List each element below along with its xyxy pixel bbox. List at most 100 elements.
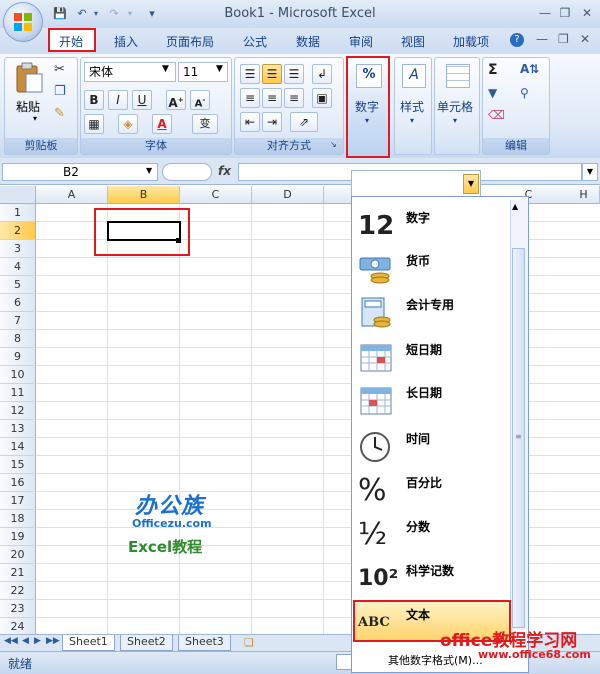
alignment-dialog-launcher-icon[interactable]: ↘: [330, 140, 337, 149]
cells-icon[interactable]: [446, 64, 470, 88]
normal-view-icon[interactable]: [336, 654, 352, 670]
find-select-icon[interactable]: ⚲: [520, 86, 529, 100]
column-header-e[interactable]: [324, 186, 354, 204]
row-header[interactable]: 8: [0, 330, 36, 348]
align-right-icon[interactable]: ≡: [284, 88, 304, 108]
last-sheet-icon[interactable]: ▶▶: [46, 636, 60, 646]
format-short-date[interactable]: 短日期: [356, 335, 506, 379]
row-header[interactable]: 7: [0, 312, 36, 330]
tab-page-layout[interactable]: 页面布局: [166, 33, 214, 50]
column-header-c[interactable]: C: [180, 186, 252, 204]
row-header[interactable]: 21: [0, 564, 36, 582]
decrease-indent-icon[interactable]: ⇤: [240, 112, 260, 132]
font-color-icon[interactable]: A: [152, 114, 172, 134]
minimize-icon[interactable]: —: [536, 5, 554, 21]
font-name-dropdown-icon[interactable]: ▼: [162, 64, 169, 74]
insert-sheet-icon[interactable]: ❏: [244, 636, 254, 649]
autosum-icon[interactable]: Σ: [488, 62, 498, 78]
align-middle-icon[interactable]: ☰: [262, 64, 282, 84]
align-bottom-icon[interactable]: ☰: [284, 64, 304, 84]
fill-icon[interactable]: ▼: [488, 86, 497, 100]
column-header-a[interactable]: A: [36, 186, 108, 204]
styles-dropdown-icon[interactable]: ▾: [410, 116, 414, 125]
row-header[interactable]: 20: [0, 546, 36, 564]
row-header[interactable]: 2: [0, 222, 36, 240]
row-header[interactable]: 18: [0, 510, 36, 528]
formula-bar-divider[interactable]: [162, 163, 212, 181]
styles-label[interactable]: 样式: [400, 98, 424, 115]
row-header[interactable]: 23: [0, 600, 36, 618]
tab-view[interactable]: 视图: [401, 33, 425, 50]
borders-icon[interactable]: ▦: [84, 114, 104, 134]
scroll-up-icon[interactable]: ▲: [512, 202, 518, 211]
wrap-text-icon[interactable]: ↲: [312, 64, 332, 84]
row-header[interactable]: 11: [0, 384, 36, 402]
row-header[interactable]: 13: [0, 420, 36, 438]
row-header[interactable]: 1: [0, 204, 36, 222]
row-header[interactable]: 5: [0, 276, 36, 294]
paste-label[interactable]: 粘贴: [16, 98, 40, 115]
decrease-font-button[interactable]: A-: [190, 90, 210, 110]
tab-formulas[interactable]: 公式: [243, 33, 267, 50]
format-currency[interactable]: 货币: [356, 246, 506, 290]
name-box-dropdown-icon[interactable]: ▼: [146, 166, 152, 175]
tab-add-ins[interactable]: 加载项: [453, 33, 489, 50]
row-header[interactable]: 12: [0, 402, 36, 420]
column-header-d[interactable]: D: [252, 186, 324, 204]
cut-icon[interactable]: ✂: [54, 62, 65, 77]
cells-dropdown-icon[interactable]: ▾: [453, 116, 457, 125]
sheet-tab-1[interactable]: Sheet1: [62, 635, 115, 651]
prev-sheet-icon[interactable]: ◀: [22, 636, 29, 646]
styles-icon[interactable]: A: [402, 64, 426, 88]
format-painter-icon[interactable]: ✎: [54, 106, 65, 121]
copy-icon[interactable]: ❐: [54, 84, 66, 99]
tab-data[interactable]: 数据: [296, 33, 320, 50]
paste-icon[interactable]: [14, 62, 44, 94]
format-number[interactable]: 12 数字: [356, 203, 506, 247]
row-header[interactable]: 9: [0, 348, 36, 366]
sort-filter-icon[interactable]: A⇅: [520, 62, 539, 76]
next-sheet-icon[interactable]: ▶: [34, 636, 41, 646]
format-fraction[interactable]: ½ 分数: [356, 512, 506, 556]
column-header-b[interactable]: B: [108, 186, 180, 204]
office-button[interactable]: [4, 3, 42, 41]
clear-icon[interactable]: ⌫: [488, 108, 505, 122]
row-header[interactable]: 22: [0, 582, 36, 600]
align-left-icon[interactable]: ≡: [240, 88, 260, 108]
select-all-corner[interactable]: [0, 186, 36, 204]
increase-indent-icon[interactable]: ⇥: [262, 112, 282, 132]
expand-formula-bar-icon[interactable]: ▼: [582, 163, 598, 181]
ribbon-minimize-icon[interactable]: —: [536, 32, 548, 46]
format-percentage[interactable]: % 百分比: [356, 468, 506, 512]
sheet-tab-3[interactable]: Sheet3: [178, 635, 231, 651]
increase-font-button[interactable]: A+: [166, 90, 186, 110]
orientation-icon[interactable]: ⇗: [290, 112, 318, 132]
fill-color-icon[interactable]: ◈: [118, 114, 138, 134]
tab-insert[interactable]: 插入: [114, 33, 138, 50]
row-header[interactable]: 6: [0, 294, 36, 312]
row-header[interactable]: 15: [0, 456, 36, 474]
cells-label[interactable]: 单元格: [437, 98, 473, 115]
row-header[interactable]: 10: [0, 366, 36, 384]
format-time[interactable]: 时间: [356, 424, 506, 468]
sheet-tab-2[interactable]: Sheet2: [120, 635, 173, 651]
align-center-icon[interactable]: ≡: [262, 88, 282, 108]
restore-icon[interactable]: ❐: [556, 5, 574, 21]
paste-dropdown-icon[interactable]: ▾: [33, 114, 37, 123]
tab-home[interactable]: 开始: [59, 33, 83, 50]
close-icon[interactable]: ✕: [578, 5, 596, 21]
name-box[interactable]: B2: [2, 163, 158, 181]
row-header[interactable]: 14: [0, 438, 36, 456]
number-format-combo-dropdown-icon[interactable]: ▼: [463, 174, 479, 194]
row-header[interactable]: 4: [0, 258, 36, 276]
italic-button[interactable]: I: [108, 90, 128, 110]
underline-button[interactable]: U: [132, 90, 152, 110]
row-header[interactable]: 3: [0, 240, 36, 258]
more-number-formats[interactable]: 其他数字格式(M)...: [388, 652, 483, 668]
format-accounting[interactable]: 会计专用: [356, 290, 506, 334]
align-top-icon[interactable]: ☰: [240, 64, 260, 84]
format-long-date[interactable]: 长日期: [356, 378, 506, 422]
row-header[interactable]: 16: [0, 474, 36, 492]
number-format-combo[interactable]: [351, 170, 481, 198]
phonetic-guide-button[interactable]: 变: [192, 114, 218, 134]
